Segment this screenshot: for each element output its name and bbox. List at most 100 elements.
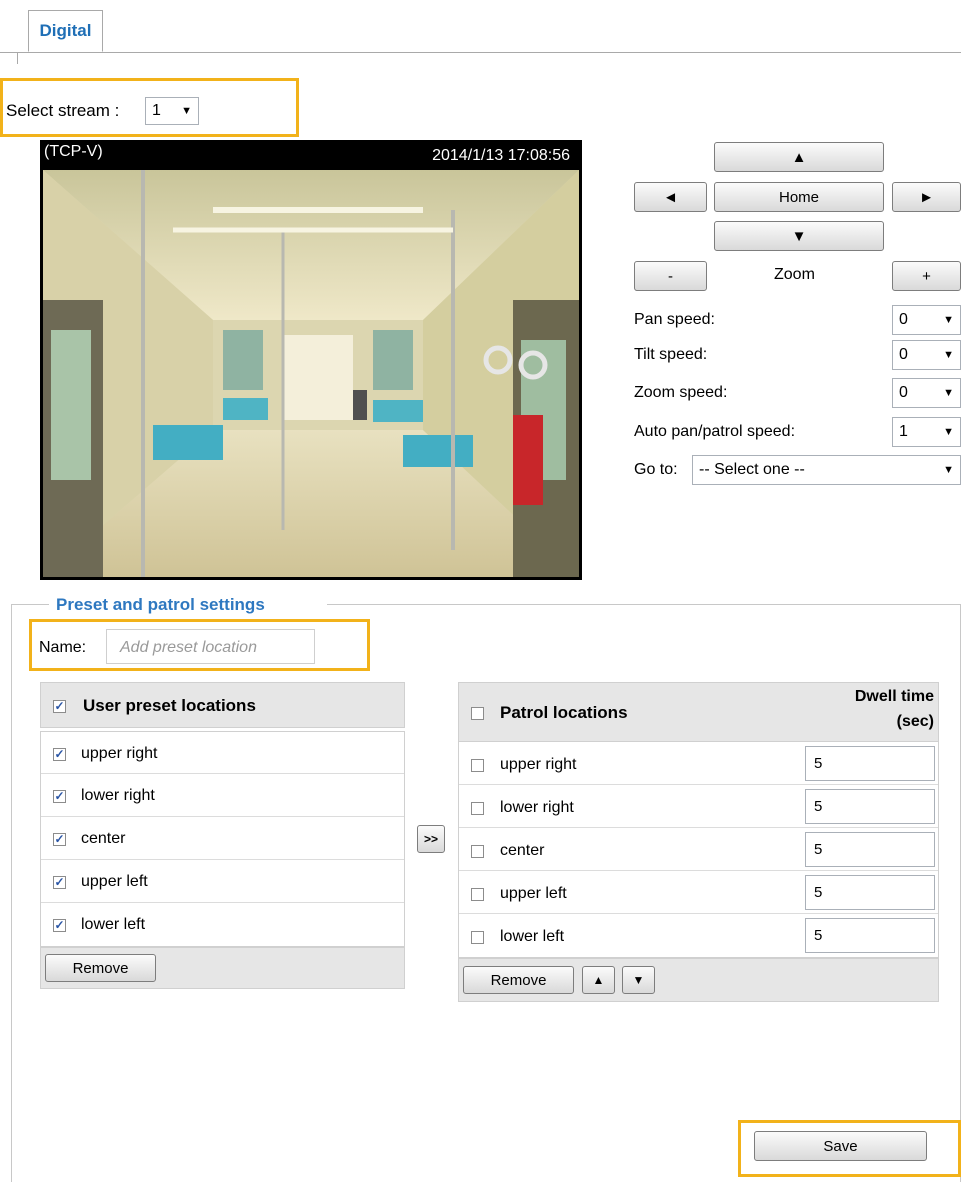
remove-preset-button[interactable]: Remove [45,954,156,982]
patrol-title: Patrol locations [500,703,628,722]
zoom-out-button[interactable]: - [634,261,707,291]
item-label: lower left [500,928,565,945]
preset-name-input[interactable]: Add preset location [106,629,315,664]
item-checkbox[interactable]: ✓ [53,748,66,761]
video-mode: (TCP-V) [44,143,103,160]
item-checkbox[interactable] [471,802,484,815]
table-row[interactable]: upper left 5 [459,871,938,914]
stream-label: Select stream : [6,101,120,120]
item-checkbox[interactable]: ✓ [53,876,66,889]
list-item[interactable]: ✓ lower right [41,774,404,817]
auto-speed-label: Auto pan/patrol speed: [634,423,796,440]
item-label: center [500,842,545,859]
patrol-header: Patrol locations Dwell time (sec) [458,682,939,742]
dwell-header-1: Dwell time [854,688,934,705]
item-checkbox[interactable]: ✓ [53,919,66,932]
item-label: lower right [81,787,155,804]
dwell-time-input[interactable]: 5 [805,832,935,867]
pan-left-button[interactable]: ◄ [634,182,707,212]
dwell-value: 5 [814,798,823,815]
item-checkbox[interactable]: ✓ [53,790,66,803]
preset-name-placeholder: Add preset location [120,639,257,656]
remove-patrol-button[interactable]: Remove [463,966,574,994]
item-checkbox[interactable]: ✓ [53,833,66,846]
dwell-value: 5 [814,841,823,858]
item-checkbox[interactable] [471,931,484,944]
pan-right-button[interactable]: ► [892,182,961,212]
chevron-down-icon: ▼ [943,387,954,399]
goto-value: -- Select one -- [699,461,805,478]
tab-digital[interactable]: Digital [28,10,103,52]
list-item[interactable]: ✓ upper left [41,860,404,903]
dwell-time-input[interactable]: 5 [805,789,935,824]
zoom-label: Zoom [774,266,815,283]
tilt-speed-select[interactable]: 0 ▼ [892,340,961,370]
add-to-patrol-button[interactable]: >> [417,825,445,853]
user-preset-title: User preset locations [83,696,256,715]
user-preset-header: ✓ User preset locations [40,682,405,728]
zoom-speed-select[interactable]: 0 ▼ [892,378,961,408]
chevron-down-icon: ▼ [943,314,954,326]
dwell-time-input[interactable]: 5 [805,875,935,910]
zoom-in-button[interactable]: + [892,261,961,291]
chevron-down-icon: ▼ [943,349,954,361]
dwell-header-2: (sec) [896,713,934,730]
select-all-user-checkbox[interactable]: ✓ [53,700,66,713]
item-label: lower left [81,916,146,933]
stream-select[interactable]: 1 ▼ [145,97,199,125]
move-down-button[interactable]: ▼ [622,966,655,994]
goto-select[interactable]: -- Select one -- ▼ [692,455,961,485]
user-preset-list: ✓ upper right ✓ lower right ✓ center ✓ u… [40,731,405,947]
tab-divider [0,52,961,53]
table-row[interactable]: center 5 [459,828,938,871]
table-row[interactable]: upper right 5 [459,742,938,785]
video-timestamp: 2014/1/13 17:08:56 [432,147,570,164]
auto-speed-value: 1 [899,423,908,440]
table-row[interactable]: lower right 5 [459,785,938,828]
patrol-footer: Remove ▲ ▼ [458,958,939,1002]
list-item[interactable]: ✓ lower left [41,903,404,946]
stream-value: 1 [152,102,161,119]
tilt-speed-label: Tilt speed: [634,346,708,363]
chevron-down-icon: ▼ [943,464,954,476]
pan-speed-label: Pan speed: [634,311,715,328]
dwell-value: 5 [814,884,823,901]
tilt-down-button[interactable]: ▼ [714,221,884,251]
patrol-list: upper right 5 lower right 5 center 5 upp… [458,742,939,958]
auto-speed-select[interactable]: 1 ▼ [892,417,961,447]
table-row[interactable]: lower left 5 [459,914,938,957]
fieldset-border [11,604,12,1182]
fieldset-border [11,604,49,605]
fieldset-border [327,604,961,605]
home-button[interactable]: Home [714,182,884,212]
list-item[interactable]: ✓ center [41,817,404,860]
move-up-button[interactable]: ▲ [582,966,615,994]
chevron-down-icon: ▼ [181,105,192,117]
item-checkbox[interactable] [471,845,484,858]
video-view[interactable]: (TCP-V) 2014/1/13 17:08:56 [40,140,582,580]
item-label: upper right [500,756,577,773]
select-all-patrol-checkbox[interactable] [471,707,484,720]
pan-speed-select[interactable]: 0 ▼ [892,305,961,335]
tilt-up-button[interactable]: ▲ [714,142,884,172]
list-item[interactable]: ✓ upper right [41,732,404,774]
save-button[interactable]: Save [754,1131,927,1161]
item-label: upper left [500,885,567,902]
item-checkbox[interactable] [471,759,484,772]
item-label: upper right [81,745,158,762]
video-overlay-bar: (TCP-V) 2014/1/13 17:08:56 [40,140,582,170]
user-preset-footer: Remove [40,947,405,989]
dwell-value: 5 [814,755,823,772]
tab-divider-left [17,52,18,64]
dwell-time-input[interactable]: 5 [805,918,935,953]
dwell-time-input[interactable]: 5 [805,746,935,781]
chevron-down-icon: ▼ [943,426,954,438]
item-label: center [81,830,126,847]
pan-speed-value: 0 [899,311,908,328]
goto-label: Go to: [634,461,678,478]
item-checkbox[interactable] [471,888,484,901]
zoom-speed-label: Zoom speed: [634,384,728,401]
zoom-speed-value: 0 [899,384,908,401]
tilt-speed-value: 0 [899,346,908,363]
item-label: lower right [500,799,574,816]
